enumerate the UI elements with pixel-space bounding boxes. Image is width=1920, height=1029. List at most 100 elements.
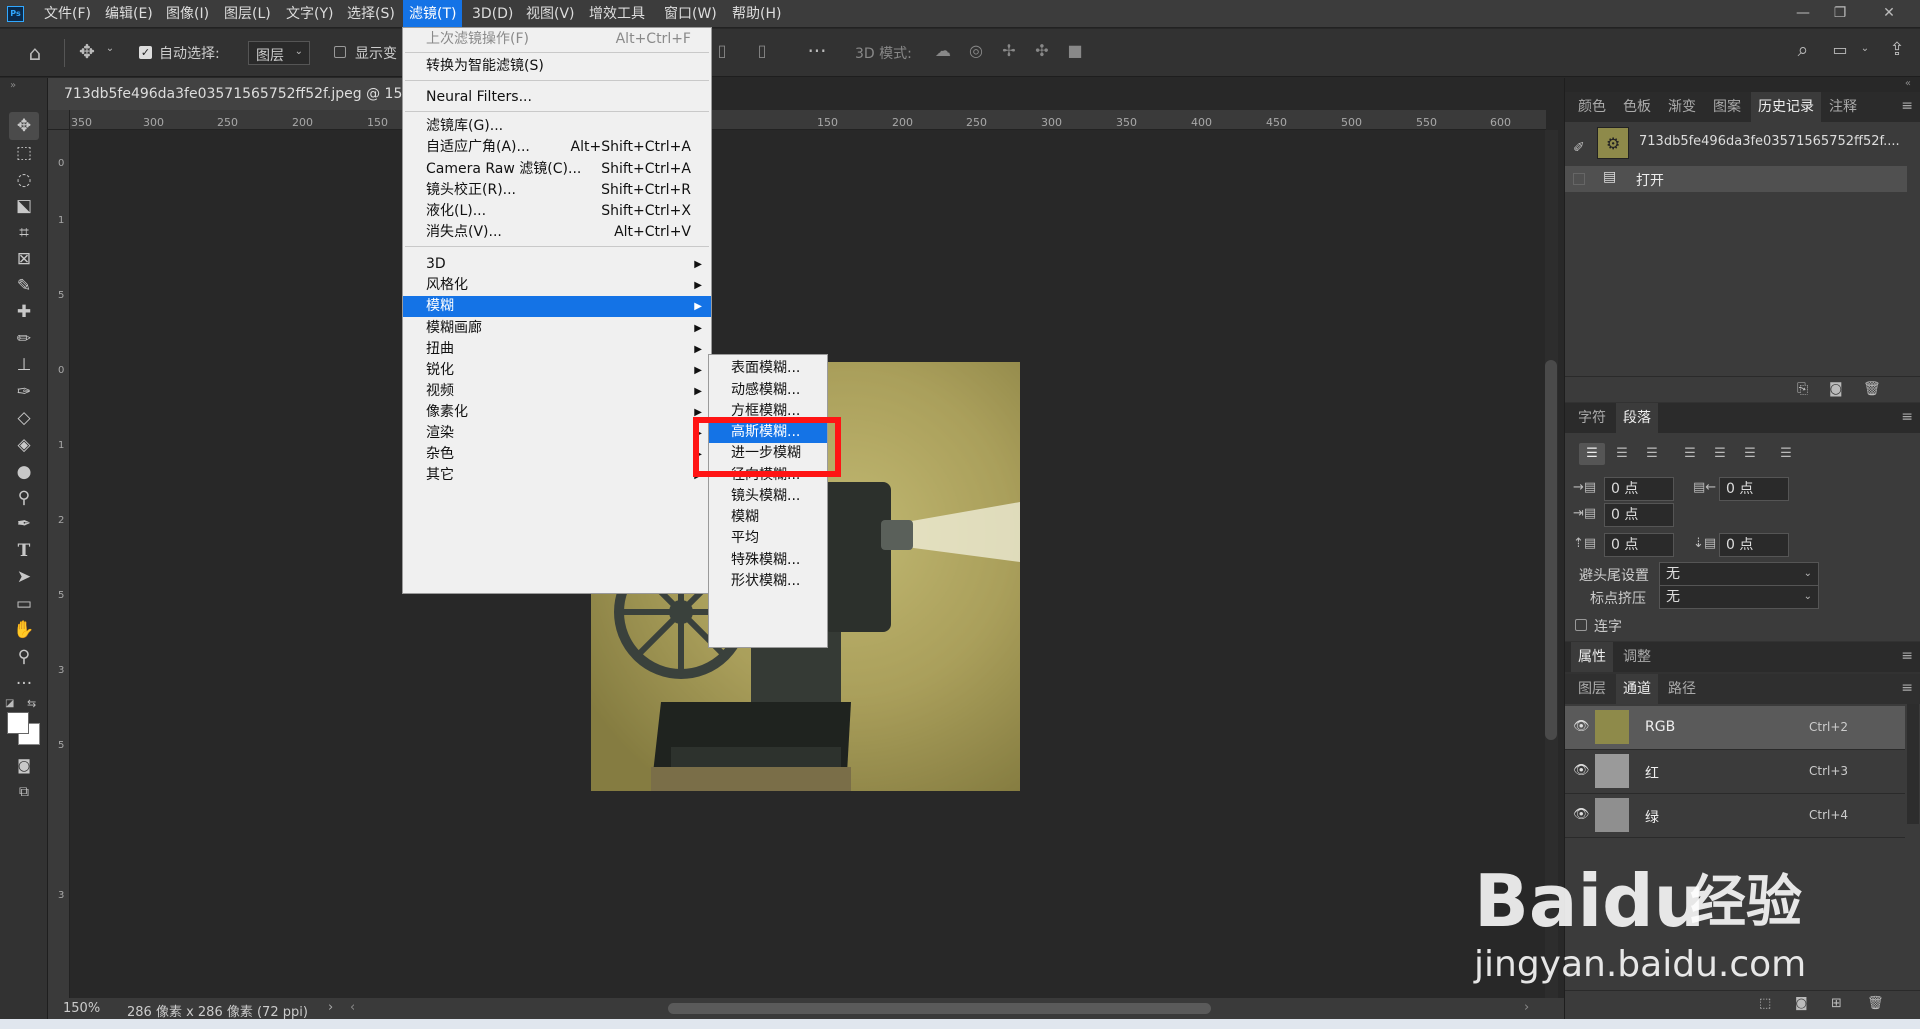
average-item[interactable]: 平均: [709, 528, 827, 549]
snapshot-camera-icon[interactable]: ◙: [1829, 381, 1843, 397]
collapse-icon[interactable]: «: [1905, 78, 1911, 89]
ruler-origin[interactable]: [48, 110, 70, 130]
indent-left-field[interactable]: 0 点: [1604, 477, 1674, 501]
scrollbar-thumb[interactable]: [1545, 360, 1557, 740]
dodge-tool-icon[interactable]: ⚲: [9, 484, 39, 512]
healing-brush-icon[interactable]: ✚: [9, 298, 39, 326]
lens-blur-item[interactable]: 镜头模糊...: [709, 486, 827, 507]
tab-color[interactable]: 颜色: [1571, 92, 1613, 122]
justify-left-icon[interactable]: ☰: [1677, 443, 1703, 465]
history-item-open[interactable]: ▤ 打开: [1565, 166, 1907, 192]
history-brush-source-icon[interactable]: ✐: [1573, 140, 1585, 156]
default-colors-icon[interactable]: ◪: [5, 698, 14, 709]
adaptive-wide-angle-item[interactable]: 自适应广角(A)... Alt+Shift+Ctrl+A: [403, 137, 711, 158]
lasso-tool-icon[interactable]: ◌: [9, 166, 39, 194]
scroll-left-icon[interactable]: ‹: [350, 1000, 355, 1015]
lens-correction-item[interactable]: 镜头校正(R)... Shift+Ctrl+R: [403, 180, 711, 201]
snapshot-thumbnail[interactable]: ⚙: [1597, 127, 1629, 159]
eye-icon[interactable]: 👁: [1573, 763, 1590, 778]
menu-item-blur[interactable]: 模糊 ▶: [403, 296, 711, 317]
frame-tool-icon[interactable]: ⊠: [9, 245, 39, 273]
search-icon[interactable]: ⌕: [1792, 39, 1814, 61]
justify-center-icon[interactable]: ☰: [1707, 443, 1733, 465]
tab-history[interactable]: 历史记录: [1751, 92, 1821, 122]
liquify-item[interactable]: 液化(L)... Shift+Ctrl+X: [403, 201, 711, 222]
tab-swatches[interactable]: 色板: [1616, 92, 1658, 122]
chevron-down-icon[interactable]: ⌄: [104, 43, 116, 54]
menu-3d[interactable]: 3D(D): [466, 0, 519, 28]
tab-paths[interactable]: 路径: [1661, 674, 1703, 704]
restore-icon[interactable]: ❐: [1827, 2, 1853, 24]
tab-notes[interactable]: 注释: [1822, 92, 1864, 122]
swap-colors-icon[interactable]: ⇆: [27, 697, 36, 710]
tab-gradients[interactable]: 渐变: [1661, 92, 1703, 122]
menu-item-noise[interactable]: 杂色 ▶: [403, 444, 711, 465]
space-before-field[interactable]: 0 点: [1604, 533, 1674, 557]
hyphenation-select[interactable]: 无 ⌄: [1659, 562, 1819, 586]
align-right-icon[interactable]: ☰: [1639, 443, 1665, 465]
menu-type[interactable]: 文字(Y): [280, 0, 339, 28]
new-document-icon[interactable]: ⎘: [1797, 381, 1808, 397]
rectangle-tool-icon[interactable]: ▭: [9, 590, 39, 618]
home-icon[interactable]: ⌂: [22, 41, 48, 65]
eye-icon[interactable]: 👁: [1573, 807, 1590, 822]
horizontal-scrollbar-thumb[interactable]: [668, 1003, 1211, 1014]
menu-window[interactable]: 窗口(W): [658, 0, 723, 28]
3d-camera-icon[interactable]: ■: [1064, 41, 1086, 60]
zoom-tool-icon[interactable]: ⚲: [9, 643, 39, 671]
last-filter-item[interactable]: 上次滤镜操作(F) Alt+Ctrl+F: [403, 29, 711, 50]
vanishing-point-item[interactable]: 消失点(V)... Alt+Ctrl+V: [403, 222, 711, 243]
channels-scrollbar[interactable]: [1907, 704, 1919, 824]
auto-select-checkbox[interactable]: ✓: [139, 46, 152, 59]
first-line-indent-field[interactable]: 0 点: [1604, 503, 1674, 527]
menu-item-other[interactable]: 其它 ▶: [403, 465, 711, 486]
tab-paragraph[interactable]: 段落: [1616, 403, 1658, 433]
screen-mode-icon[interactable]: ⧉: [9, 778, 39, 806]
convert-smart-filter-item[interactable]: 转换为智能滤镜(S): [403, 56, 711, 77]
shape-blur-item[interactable]: 形状模糊...: [709, 571, 827, 592]
surface-blur-item[interactable]: 表面模糊...: [709, 358, 827, 379]
justify-all-icon[interactable]: ☰: [1773, 443, 1799, 465]
motion-blur-item[interactable]: 动感模糊...: [709, 380, 827, 401]
justify-right-icon[interactable]: ☰: [1737, 443, 1763, 465]
hand-tool-icon[interactable]: ✋: [9, 616, 39, 644]
minimize-icon[interactable]: —: [1790, 2, 1816, 24]
move-tool-icon[interactable]: ✥: [74, 41, 100, 63]
new-channel-icon[interactable]: ⊞: [1831, 996, 1842, 1011]
history-brush-icon[interactable]: ✑: [9, 378, 39, 406]
menu-help[interactable]: 帮助(H): [726, 0, 787, 28]
clone-stamp-icon[interactable]: ⊥: [9, 351, 39, 379]
distribute-vertical-icon[interactable]: ▯: [752, 41, 772, 60]
tab-channels[interactable]: 通道: [1616, 674, 1658, 704]
type-tool-icon[interactable]: T: [9, 537, 39, 565]
smart-blur-item[interactable]: 特殊模糊...: [709, 550, 827, 571]
tab-properties[interactable]: 属性: [1571, 642, 1613, 672]
scroll-right-icon[interactable]: ›: [1524, 1000, 1529, 1015]
menu-image[interactable]: 图像(I): [160, 0, 215, 28]
share-icon[interactable]: ⇪: [1885, 39, 1909, 60]
tab-adjustments[interactable]: 调整: [1616, 642, 1658, 672]
3d-roll-icon[interactable]: ◎: [965, 41, 987, 60]
menu-filter[interactable]: 滤镜(T): [403, 0, 463, 28]
eyedropper-tool-icon[interactable]: ✎: [9, 272, 39, 300]
tab-patterns[interactable]: 图案: [1706, 92, 1748, 122]
brush-tool-icon[interactable]: ✏: [9, 325, 39, 353]
move-tool-icon[interactable]: ✥: [9, 112, 39, 140]
menu-edit[interactable]: 编辑(E): [99, 0, 159, 28]
more-options-icon[interactable]: ···: [804, 39, 830, 63]
align-center-icon[interactable]: ☰: [1609, 443, 1635, 465]
workspace-icon[interactable]: ▭: [1829, 40, 1851, 59]
panel-menu-icon[interactable]: ≡: [1901, 409, 1913, 425]
horizontal-ruler[interactable]: 350 300 250 200 150 150 200 250 300 350 …: [70, 110, 1546, 130]
more-tools-icon[interactable]: ···: [9, 670, 39, 698]
camera-raw-item[interactable]: Camera Raw 滤镜(C)... Shift+Ctrl+A: [403, 159, 711, 180]
vertical-ruler[interactable]: 0 1 5 0 1 2 5 3 5 3: [48, 130, 70, 998]
3d-orbit-icon[interactable]: ☁: [932, 41, 954, 60]
panel-menu-icon[interactable]: ≡: [1901, 648, 1913, 664]
trash-icon[interactable]: 🗑: [1863, 381, 1881, 397]
indent-right-field[interactable]: 0 点: [1719, 477, 1789, 501]
menu-item-stylize[interactable]: 风格化 ▶: [403, 275, 711, 296]
menu-select[interactable]: 选择(S): [341, 0, 401, 28]
menu-item-blur-gallery[interactable]: 模糊画廊 ▶: [403, 318, 711, 339]
collapse-icon[interactable]: »: [10, 80, 16, 91]
